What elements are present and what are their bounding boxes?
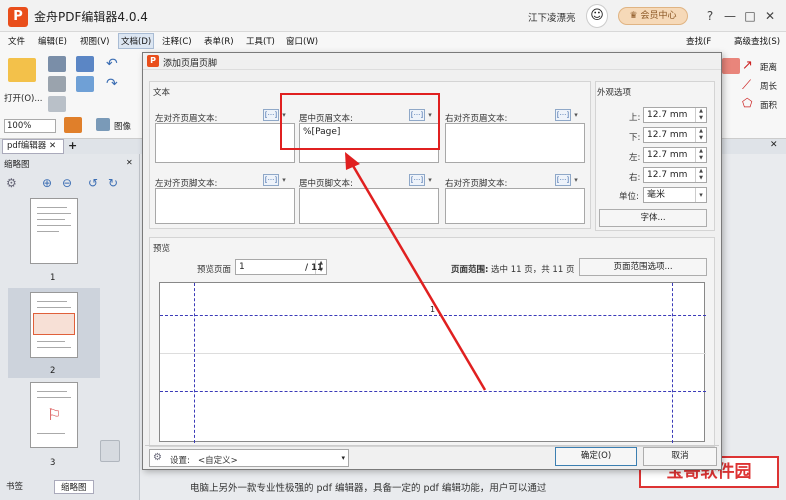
red-arrow-annotation xyxy=(345,152,487,391)
